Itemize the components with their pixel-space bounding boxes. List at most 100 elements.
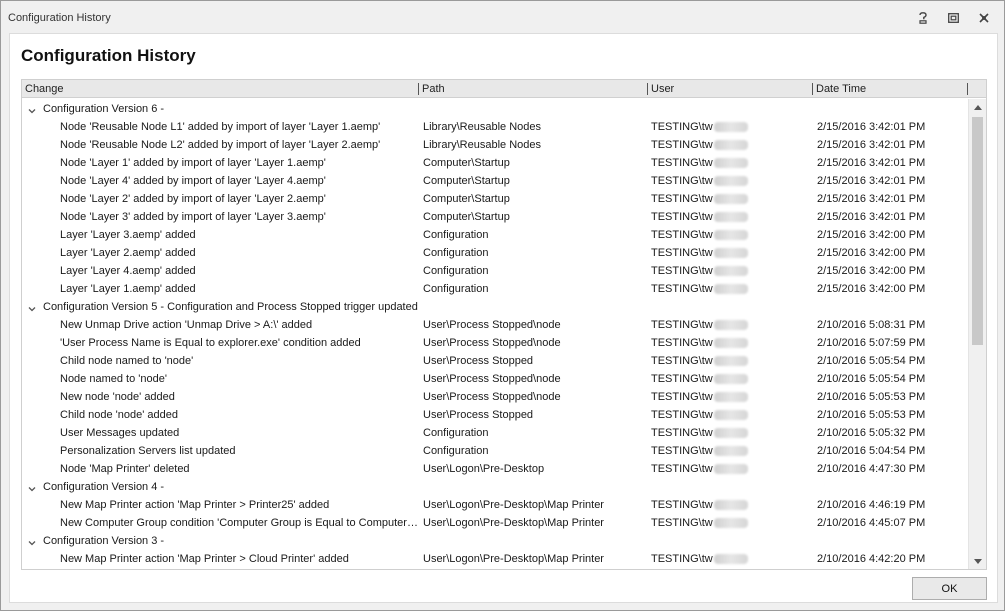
- title-bar: Configuration History: [1, 1, 1004, 35]
- table-row[interactable]: Node 'Reusable Node L2' added by import …: [22, 136, 968, 154]
- help-icon[interactable]: [912, 8, 934, 28]
- user-name: TESTING\tw: [651, 121, 713, 133]
- redacted-blur: [713, 320, 748, 331]
- table-row[interactable]: New Computer Group condition 'Computer G…: [22, 514, 968, 532]
- table-row[interactable]: 'User Process Name is Equal to explorer.…: [22, 334, 968, 352]
- change-cell: Child node named to 'node': [60, 355, 194, 367]
- user-cell: TESTING\tw: [651, 370, 801, 388]
- table-row[interactable]: Node 'Reusable Node L1' added by import …: [22, 118, 968, 136]
- path-cell: User\Process Stopped\node: [423, 319, 561, 331]
- column-separator[interactable]: [812, 83, 813, 95]
- change-cell: Layer 'Layer 1.aemp' added: [60, 283, 196, 295]
- change-cell: New Unmap Drive action 'Unmap Drive > A:…: [60, 319, 313, 331]
- user-name: TESTING\tw: [651, 445, 713, 457]
- datetime-cell: 2/15/2016 3:42:01 PM: [817, 139, 926, 151]
- column-separator[interactable]: [647, 83, 648, 95]
- user-cell: TESTING\tw: [651, 280, 801, 298]
- change-cell: Node named to 'node': [60, 373, 167, 385]
- datetime-cell: 2/10/2016 4:46:19 PM: [817, 499, 926, 511]
- ok-button[interactable]: OK: [912, 577, 987, 600]
- scroll-down-icon[interactable]: [969, 553, 986, 569]
- datetime-cell: 2/15/2016 3:42:01 PM: [817, 175, 926, 187]
- table-row[interactable]: Layer 'Layer 4.aemp' added Configuration T…: [22, 262, 968, 280]
- column-separator[interactable]: [418, 83, 419, 95]
- scroll-up-icon[interactable]: [969, 99, 986, 115]
- chevron-down-icon[interactable]: [27, 302, 37, 312]
- grid-rows: Configuration Version 6 - Node 'Reusable …: [22, 100, 968, 569]
- datetime-cell: 2/10/2016 4:45:07 PM: [817, 517, 926, 529]
- column-header-change[interactable]: Change: [25, 80, 64, 98]
- path-cell: Configuration: [423, 265, 489, 277]
- table-row[interactable]: Node named to 'node' User\Process Stopped…: [22, 370, 968, 388]
- redacted-blur: [713, 356, 748, 367]
- table-row[interactable]: Node 'Layer 3' added by import of layer …: [22, 208, 968, 226]
- change-cell: New Map Printer action 'Map Printer > Cl…: [60, 553, 349, 565]
- user-name: TESTING\tw: [651, 193, 713, 205]
- table-row[interactable]: Child node named to 'node' User\Process S…: [22, 352, 968, 370]
- restore-icon[interactable]: [942, 8, 964, 28]
- column-header-user[interactable]: User: [651, 80, 674, 98]
- path-cell: Library\Reusable Nodes: [423, 121, 542, 133]
- path-cell: Library\Reusable Nodes: [423, 139, 542, 151]
- table-row[interactable]: Layer 'Layer 1.aemp' added Configuration T…: [22, 280, 968, 298]
- path-cell: User\Process Stopped\node: [423, 391, 561, 403]
- table-row[interactable]: User Messages updated Configuration TESTIN…: [22, 424, 968, 442]
- table-row[interactable]: Node 'Map Printer' deleted User\Logon\Pre…: [22, 460, 968, 478]
- table-row[interactable]: New Map Printer action 'Map Printer > Cl…: [22, 550, 968, 568]
- user-name: TESTING\tw: [651, 265, 713, 277]
- table-row[interactable]: Layer 'Layer 2.aemp' added Configuration T…: [22, 244, 968, 262]
- close-icon[interactable]: [973, 8, 995, 28]
- column-header-path[interactable]: Path: [422, 80, 445, 98]
- redacted-blur: [713, 464, 748, 475]
- datetime-cell: 2/10/2016 5:05:53 PM: [817, 409, 926, 421]
- redacted-blur: [713, 122, 748, 133]
- group-row[interactable]: Configuration Version 4 -: [22, 478, 968, 496]
- column-separator[interactable]: [967, 83, 968, 95]
- change-cell: 'User Process Name is Equal to explorer.…: [60, 337, 361, 349]
- redacted-blur: [713, 392, 748, 403]
- chevron-down-icon[interactable]: [27, 536, 37, 546]
- datetime-cell: 2/10/2016 5:05:54 PM: [817, 373, 926, 385]
- path-cell: Computer\Startup: [423, 157, 510, 169]
- redacted-blur: [713, 374, 748, 385]
- table-row[interactable]: Child node 'node' added User\Process Stop…: [22, 406, 968, 424]
- user-cell: TESTING\tw: [651, 550, 801, 568]
- page-title: Configuration History: [21, 46, 196, 65]
- table-row[interactable]: Node 'Layer 4' added by import of layer …: [22, 172, 968, 190]
- path-cell: Computer\Startup: [423, 193, 510, 205]
- scrollbar-thumb[interactable]: [972, 117, 983, 345]
- table-row[interactable]: New node 'node' added User\Process Stoppe…: [22, 388, 968, 406]
- window-title: Configuration History: [8, 12, 111, 24]
- user-cell: TESTING\tw: [651, 190, 801, 208]
- table-row[interactable]: New Unmap Drive action 'Unmap Drive > A:…: [22, 316, 968, 334]
- history-grid: Change Path User Date Time Configuration…: [21, 79, 987, 570]
- redacted-blur: [713, 554, 748, 565]
- table-row[interactable]: Node 'Layer 1' added by import of layer …: [22, 154, 968, 172]
- redacted-blur: [713, 446, 748, 457]
- datetime-cell: 2/15/2016 3:42:01 PM: [817, 121, 926, 133]
- user-name: TESTING\tw: [651, 157, 713, 169]
- user-name: TESTING\tw: [651, 319, 713, 331]
- path-cell: User\Process Stopped: [423, 409, 534, 421]
- change-cell: New Computer Group condition 'Computer G…: [60, 517, 418, 529]
- group-row[interactable]: Configuration Version 6 -: [22, 100, 968, 118]
- table-row[interactable]: Personalization Servers list updated Conf…: [22, 442, 968, 460]
- redacted-blur: [713, 500, 748, 511]
- redacted-blur: [713, 266, 748, 277]
- group-label: Configuration Version 5 - Configuration …: [43, 301, 418, 313]
- table-row[interactable]: Layer 'Layer 3.aemp' added Configuration T…: [22, 226, 968, 244]
- redacted-blur: [713, 410, 748, 421]
- group-row[interactable]: Configuration Version 5 - Configuration …: [22, 298, 968, 316]
- user-name: TESTING\tw: [651, 139, 713, 151]
- column-header-datetime[interactable]: Date Time: [816, 80, 866, 98]
- change-cell: Child node 'node' added: [60, 409, 178, 421]
- table-row[interactable]: Node 'Layer 2' added by import of layer …: [22, 190, 968, 208]
- user-name: TESTING\tw: [651, 175, 713, 187]
- table-row[interactable]: New Map Printer action 'Map Printer > Pr…: [22, 496, 968, 514]
- group-row[interactable]: Configuration Version 3 -: [22, 532, 968, 550]
- user-cell: TESTING\tw: [651, 388, 801, 406]
- vertical-scrollbar[interactable]: [968, 99, 986, 569]
- chevron-down-icon[interactable]: [27, 482, 37, 492]
- chevron-down-icon[interactable]: [27, 104, 37, 114]
- user-name: TESTING\tw: [651, 229, 713, 241]
